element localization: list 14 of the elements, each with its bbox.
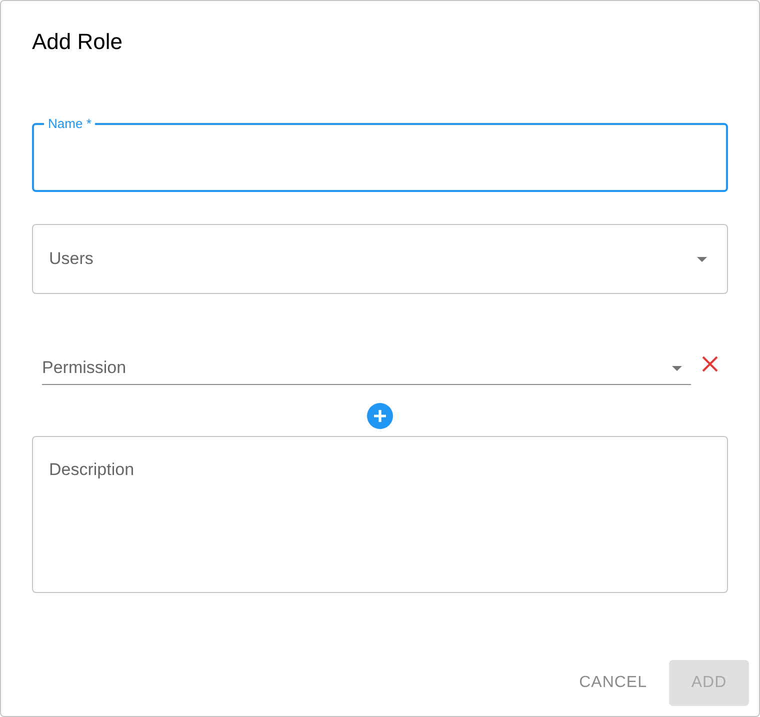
close-icon[interactable] <box>700 355 718 373</box>
add-icon[interactable] <box>367 403 393 429</box>
field-label: Users <box>49 248 94 270</box>
text-button[interactable]: CANCEL <box>563 660 663 706</box>
text-field[interactable]: Name * <box>32 116 728 192</box>
field-label: Name * <box>47 116 92 132</box>
description-field[interactable]: Description <box>32 436 728 593</box>
caret-icon <box>697 256 707 262</box>
caret-icon <box>672 366 682 370</box>
select-label: Permission <box>42 357 126 379</box>
dialog-title: Add Role <box>32 28 123 56</box>
permission-select[interactable]: Permission <box>42 352 691 385</box>
field-label: Description <box>49 460 134 479</box>
select-field[interactable]: Users <box>32 224 728 294</box>
